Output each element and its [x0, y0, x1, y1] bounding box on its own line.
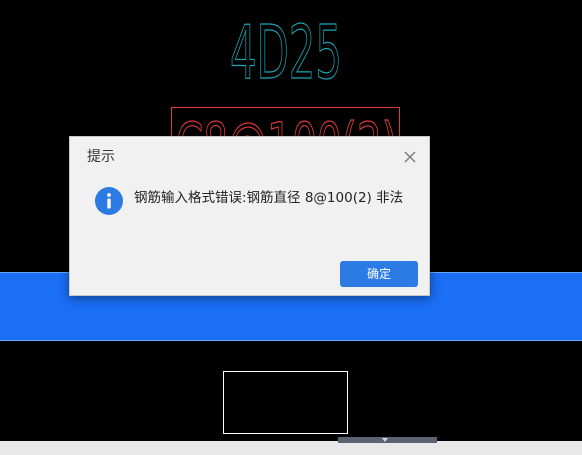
info-icon	[95, 187, 123, 215]
rebar-count-annotation: 4D25	[229, 9, 342, 96]
ok-button[interactable]: 确定	[340, 261, 418, 287]
caret-down-icon[interactable]	[382, 438, 388, 442]
close-icon[interactable]	[400, 147, 420, 167]
status-bar	[0, 441, 582, 455]
rebar-count-text: 4D25	[230, 10, 342, 96]
dialog-title: 提示	[87, 149, 115, 165]
column-outline[interactable]	[223, 371, 348, 434]
message-dialog: 提示 钢筋输入格式错误:钢筋直径 8@100(2) 非法 确定	[69, 136, 430, 296]
dialog-message: 钢筋输入格式错误:钢筋直径 8@100(2) 非法	[134, 190, 404, 206]
